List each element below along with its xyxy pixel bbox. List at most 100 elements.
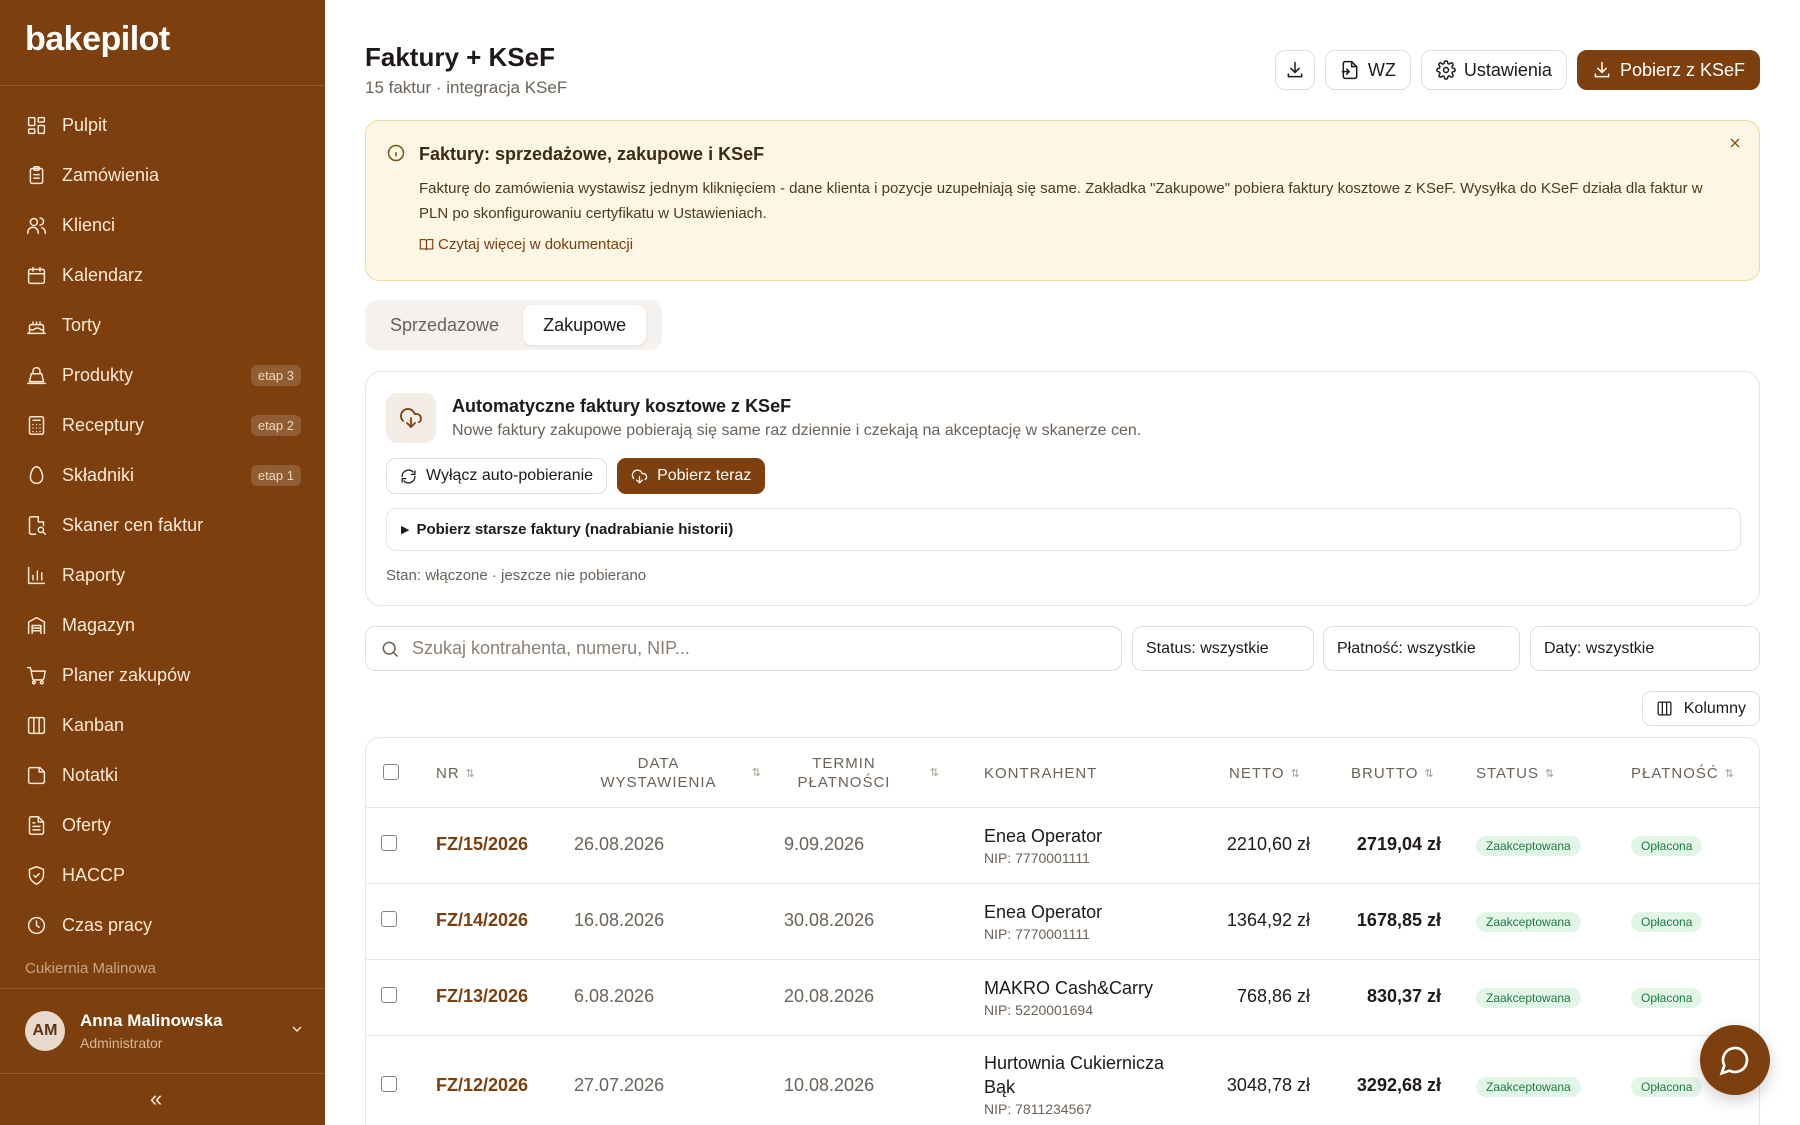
invoice-number[interactable]: FZ/12/2026: [436, 1075, 528, 1096]
invoice-tabs: Sprzedazowe Zakupowe: [365, 300, 662, 350]
sidebar-item-label: Skaner cen faktur: [62, 514, 204, 535]
settings-button[interactable]: Ustawienia: [1420, 50, 1567, 90]
clock-icon: [25, 914, 47, 936]
sort-icon: ⇅: [751, 766, 762, 779]
sidebar-item-label: Receptury: [62, 414, 145, 435]
sidebar-item-receptury[interactable]: Receptury etap 2: [0, 400, 325, 450]
column-header-contractor[interactable]: KONTRAHENT: [984, 738, 1097, 808]
close-icon[interactable]: [1727, 135, 1743, 156]
fetch-ksef-button[interactable]: Pobierz z KSeF: [1576, 50, 1760, 90]
sidebar-item-czas-pracy[interactable]: Czas pracy: [0, 900, 325, 950]
table-row[interactable]: FZ/12/2026 27.07.2026 10.08.2026 Hurtown…: [366, 1036, 1759, 1125]
download-button[interactable]: [1274, 50, 1315, 90]
cloud-download-icon: [386, 393, 436, 443]
table-row[interactable]: FZ/13/2026 6.08.2026 20.08.2026 MAKRO Ca…: [366, 960, 1759, 1036]
settings-button-label: Ustawienia: [1463, 59, 1552, 80]
contractor: MAKRO Cash&Carry NIP: 5220001694: [984, 978, 1154, 1018]
users-icon: [25, 214, 47, 236]
docs-link[interactable]: Czytaj więcej w dokumentacji: [419, 236, 633, 253]
gross-amount: 2719,04 zł: [1356, 834, 1441, 854]
file-scan-icon: [25, 514, 47, 536]
sidebar-item-label: Torty: [62, 314, 102, 335]
toggle-auto-fetch-label: Wyłącz auto-pobieranie: [426, 467, 594, 484]
sidebar-item-produkty[interactable]: Produkty etap 3: [0, 350, 325, 400]
sidebar-item-zamowienia[interactable]: Zamówienia: [0, 150, 325, 200]
notice-body: Fakturę do zamówienia wystawisz jednym k…: [419, 180, 1703, 222]
column-header-issue-date[interactable]: DATA WYSTAWIENIA ⇅: [571, 738, 761, 808]
column-header-net[interactable]: NETTO ⇅: [1229, 738, 1301, 808]
collapse-sidebar-button[interactable]: «: [150, 1086, 162, 1112]
issue-date: 26.08.2026: [574, 834, 665, 854]
chat-bubble-icon: [1719, 1046, 1749, 1076]
dates-filter[interactable]: Daty: wszystkie: [1530, 626, 1760, 671]
cart-icon: [25, 664, 47, 686]
user-menu[interactable]: AM Anna Malinowska Administrator: [25, 1010, 305, 1052]
table-row[interactable]: FZ/15/2026 26.08.2026 9.09.2026 Enea Ope…: [366, 808, 1759, 884]
status-badge: Zaakceptowana: [1476, 836, 1581, 856]
invoice-number[interactable]: FZ/14/2026: [436, 910, 528, 931]
tab-purchase[interactable]: Zakupowe: [523, 305, 647, 345]
issue-date: 6.08.2026: [574, 986, 655, 1006]
columns-button[interactable]: Kolumny: [1641, 691, 1760, 726]
sidebar-item-notatki[interactable]: Notatki: [0, 750, 325, 800]
tab-sales[interactable]: Sprzedazowe: [370, 305, 519, 345]
divider: [0, 85, 325, 86]
sidebar-item-kalendarz[interactable]: Kalendarz: [0, 250, 325, 300]
chevron-down-icon: [289, 1021, 305, 1042]
sidebar-item-skaner[interactable]: Skaner cen faktur: [0, 500, 325, 550]
sidebar-item-label: Pulpit: [62, 114, 108, 135]
wz-button[interactable]: WZ: [1324, 50, 1411, 90]
invoice-number[interactable]: FZ/13/2026: [436, 986, 528, 1007]
sidebar-item-pulpit[interactable]: Pulpit: [0, 100, 325, 150]
due-date: 10.08.2026: [784, 1075, 875, 1095]
file-export-icon: [1341, 60, 1358, 80]
sidebar-item-kanban[interactable]: Kanban: [0, 700, 325, 750]
column-header-status[interactable]: STATUS ⇅: [1476, 738, 1555, 808]
sidebar-item-haccp[interactable]: HACCP: [0, 850, 325, 900]
search-input[interactable]: [412, 638, 1092, 659]
select-all-checkbox[interactable]: [383, 764, 399, 780]
sidebar-item-label: Planer zakupów: [62, 664, 191, 685]
table-header: NR ⇅ DATA WYSTAWIENIA ⇅ TERMIN PŁATNOŚCI ⇅ …: [366, 738, 1759, 808]
row-checkbox[interactable]: [381, 835, 397, 851]
sidebar-item-label: Produkty: [62, 364, 134, 385]
net-amount: 2210,60 zł: [1226, 834, 1310, 854]
chat-support-button[interactable]: [1700, 1025, 1770, 1095]
fetch-now-button[interactable]: Pobierz teraz: [617, 458, 766, 494]
payment-badge: Opłacona: [1631, 836, 1703, 856]
sidebar-item-magazyn[interactable]: Magazyn: [0, 600, 325, 650]
table-row[interactable]: FZ/14/2026 16.08.2026 30.08.2026 Enea Op…: [366, 884, 1759, 960]
sidebar-item-skladniki[interactable]: Składniki etap 1: [0, 450, 325, 500]
sidebar-item-klienci[interactable]: Klienci: [0, 200, 325, 250]
document-icon: [25, 814, 47, 836]
history-disclosure[interactable]: ▶ Pobierz starsze faktury (nadrabianie h…: [386, 508, 1741, 551]
column-header-due-date[interactable]: TERMIN PŁATNOŚCI ⇅: [784, 738, 939, 808]
due-date: 9.09.2026: [784, 834, 865, 854]
sidebar-item-label: Kalendarz: [62, 264, 144, 285]
toggle-auto-fetch-button[interactable]: Wyłącz auto-pobieranie: [386, 458, 608, 494]
row-checkbox[interactable]: [381, 911, 397, 927]
payment-badge: Opłacona: [1631, 988, 1703, 1008]
column-header-payment[interactable]: PŁATNOŚĆ ⇅: [1631, 738, 1735, 808]
payment-filter[interactable]: Płatność: wszystkie: [1323, 626, 1520, 671]
sidebar-item-oferty[interactable]: Oferty: [0, 800, 325, 850]
gross-amount: 3292,68 zł: [1356, 1075, 1441, 1095]
sidebar-item-raporty[interactable]: Raporty: [0, 550, 325, 600]
column-header-gross[interactable]: BRUTTO ⇅: [1351, 738, 1435, 808]
row-checkbox[interactable]: [381, 987, 397, 1003]
app-logo[interactable]: bakepilot: [25, 20, 170, 59]
invoice-number[interactable]: FZ/15/2026: [436, 834, 528, 855]
sidebar-item-torty[interactable]: Torty: [0, 300, 325, 350]
invoices-table: NR ⇅ DATA WYSTAWIENIA ⇅ TERMIN PŁATNOŚCI ⇅ …: [365, 737, 1760, 1125]
divider: [0, 1073, 325, 1074]
sidebar-item-planer[interactable]: Planer zakupów: [0, 650, 325, 700]
auto-fetch-card: Automatyczne faktury kosztowe z KSeF Now…: [365, 371, 1760, 606]
row-checkbox[interactable]: [381, 1076, 397, 1092]
status-filter[interactable]: Status: wszystkie: [1132, 626, 1314, 671]
user-meta: Anna Malinowska Administrator: [80, 1011, 289, 1051]
search-box: [365, 626, 1122, 671]
sidebar-item-label: Oferty: [62, 814, 112, 835]
sort-icon: ⇅: [465, 767, 476, 780]
refresh-icon: [401, 469, 416, 483]
column-header-nr[interactable]: NR ⇅: [436, 738, 476, 808]
